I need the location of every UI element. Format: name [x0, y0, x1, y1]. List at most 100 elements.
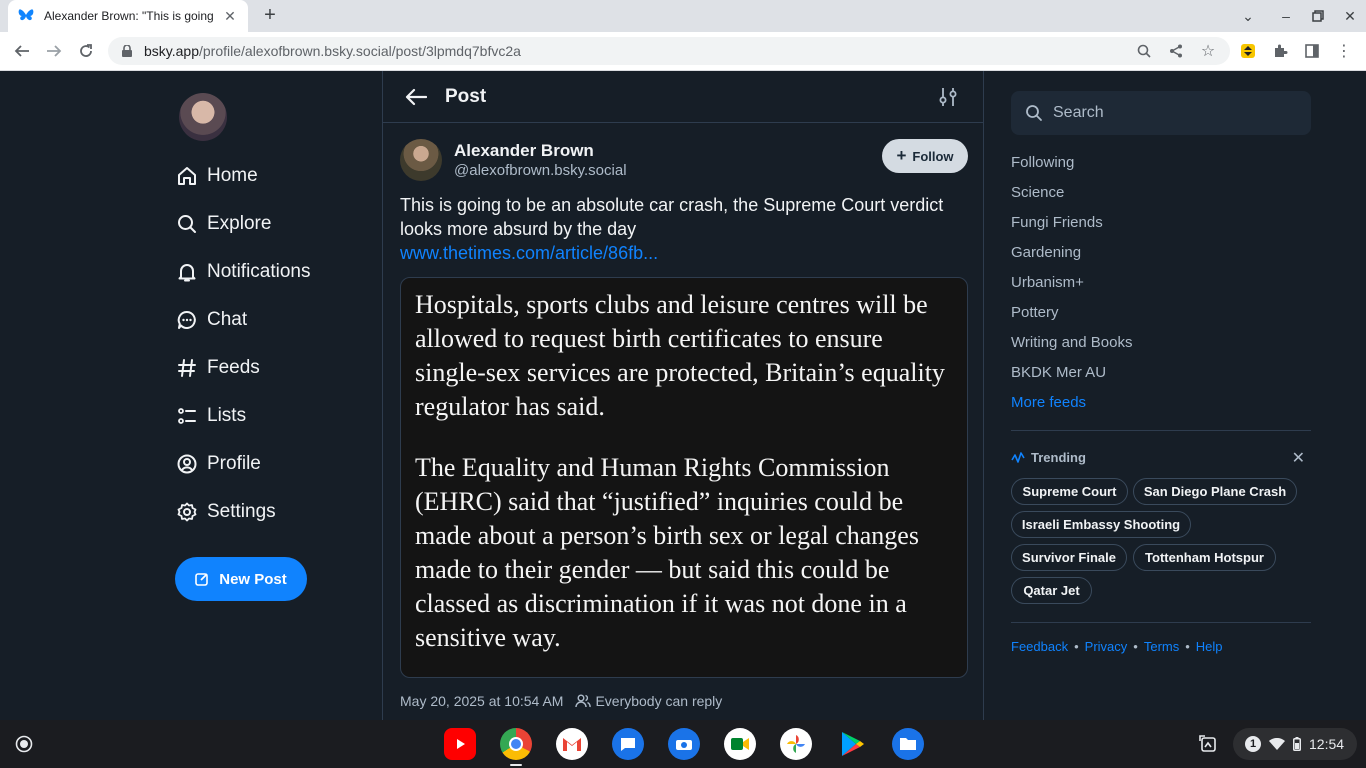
nav-feeds[interactable]: Feeds — [175, 352, 260, 384]
feed-link[interactable]: Urbanism+ — [1011, 274, 1084, 291]
status-tray[interactable]: 1 12:54 — [1233, 728, 1357, 760]
feedback-link[interactable]: Feedback — [1011, 639, 1068, 654]
browser-tab[interactable]: Alexander Brown: "This is going ✕ — [8, 0, 248, 32]
page-title: Post — [445, 85, 487, 107]
clock: 12:54 — [1309, 736, 1345, 752]
chrome-icon[interactable] — [500, 728, 532, 760]
more-feeds-link[interactable]: More feeds — [1011, 394, 1086, 411]
back-arrow-icon[interactable] — [405, 88, 429, 106]
trending-header: Trending ✕ — [1011, 448, 1311, 468]
feed-link[interactable]: Science — [1011, 184, 1064, 201]
extension-icon[interactable] — [1234, 38, 1262, 64]
privacy-link[interactable]: Privacy — [1085, 639, 1128, 654]
minimize-icon[interactable]: – — [1270, 0, 1302, 32]
tab-close-icon[interactable]: ✕ — [222, 8, 238, 25]
feed-link[interactable]: Pottery — [1011, 304, 1059, 321]
feed-link[interactable]: Writing and Books — [1011, 334, 1132, 351]
author-avatar[interactable] — [400, 139, 442, 181]
trending-title: Trending — [1031, 450, 1086, 465]
nav-profile-label: Profile — [207, 453, 261, 474]
feed-link[interactable]: BKDK Mer AU — [1011, 364, 1106, 381]
help-link[interactable]: Help — [1196, 639, 1223, 654]
post-text: This is going to be an absolute car cras… — [400, 195, 944, 239]
post-thread: Post Alexander Brown @alexofbrown.bsky.s… — [382, 71, 984, 720]
trending-chip[interactable]: Tottenham Hotspur — [1133, 544, 1276, 571]
home-icon — [175, 164, 199, 188]
post-link[interactable]: www.thetimes.com/article/86fb... — [400, 241, 970, 265]
divider — [1011, 430, 1311, 431]
trending-chip[interactable]: Qatar Jet — [1011, 577, 1092, 604]
follow-button[interactable]: + Follow — [882, 139, 968, 173]
chat-icon — [175, 308, 199, 332]
close-icon[interactable]: ✕ — [1292, 448, 1305, 468]
nav-settings-label: Settings — [207, 501, 276, 522]
youtube-icon[interactable] — [444, 728, 476, 760]
nav-home[interactable]: Home — [175, 160, 258, 192]
nav-chat[interactable]: Chat — [175, 304, 247, 336]
reload-icon[interactable] — [72, 38, 100, 64]
search-input[interactable]: Search — [1011, 91, 1311, 135]
running-indicator — [510, 764, 522, 766]
post-body: This is going to be an absolute car cras… — [400, 193, 970, 265]
embed-paragraph-1: Hospitals, sports clubs and leisure cent… — [415, 290, 945, 421]
author-handle[interactable]: @alexofbrown.bsky.social — [454, 162, 627, 179]
terms-link[interactable]: Terms — [1144, 639, 1179, 654]
window-close-icon[interactable]: ✕ — [1334, 0, 1366, 32]
post-meta: May 20, 2025 at 10:54 AM Everybody can r… — [400, 693, 722, 709]
trending-chip[interactable]: San Diego Plane Crash — [1133, 478, 1297, 505]
back-icon[interactable] — [8, 38, 36, 64]
notification-count: 1 — [1245, 736, 1261, 752]
nav-lists[interactable]: Lists — [175, 400, 246, 432]
trending-chip[interactable]: Survivor Finale — [1011, 544, 1127, 571]
nav-profile[interactable]: Profile — [175, 448, 261, 480]
photos-icon[interactable] — [780, 728, 812, 760]
nav-chat-label: Chat — [207, 309, 248, 330]
zoom-search-icon[interactable] — [1130, 38, 1158, 64]
my-avatar[interactable] — [179, 93, 227, 141]
play-store-icon[interactable] — [836, 728, 868, 760]
address-bar[interactable]: bsky.app/profile/alexofbrown.bsky.social… — [108, 37, 1230, 65]
bluesky-butterfly-icon — [18, 8, 34, 24]
restore-icon[interactable] — [1302, 0, 1334, 32]
nav-settings[interactable]: Settings — [175, 496, 276, 528]
launcher-icon[interactable] — [10, 730, 38, 758]
lock-icon — [122, 45, 136, 57]
embedded-image[interactable]: Hospitals, sports clubs and leisure cent… — [400, 277, 968, 678]
bookmark-star-icon[interactable]: ☆ — [1194, 38, 1222, 64]
plus-icon: + — [896, 146, 907, 165]
nav-home-label: Home — [207, 165, 258, 186]
post-timestamp: May 20, 2025 at 10:54 AM — [400, 693, 564, 709]
author-name[interactable]: Alexander Brown — [454, 141, 594, 161]
trending-chip[interactable]: Israeli Embassy Shooting — [1011, 511, 1191, 538]
bell-icon — [175, 260, 199, 284]
puzzle-extensions-icon[interactable] — [1266, 38, 1294, 64]
nav-notifications[interactable]: Notifications — [175, 256, 311, 288]
new-post-button[interactable]: New Post — [175, 557, 307, 601]
feed-link[interactable]: Following — [1011, 154, 1074, 171]
meet-icon[interactable] — [724, 728, 756, 760]
user-icon — [175, 452, 199, 476]
tab-search-chevron-icon[interactable]: ⌄ — [1232, 0, 1264, 32]
camera-icon[interactable] — [668, 728, 700, 760]
feed-link[interactable]: Gardening — [1011, 244, 1081, 261]
side-panel-icon[interactable] — [1298, 38, 1326, 64]
sliders-icon[interactable] — [939, 87, 957, 107]
messages-icon[interactable] — [612, 728, 644, 760]
follow-label: Follow — [912, 148, 954, 164]
trending-chip[interactable]: Supreme Court — [1011, 478, 1128, 505]
compose-icon — [195, 572, 209, 586]
new-tab-button[interactable]: + — [258, 4, 282, 28]
feed-link[interactable]: Fungi Friends — [1011, 214, 1103, 231]
reply-setting-label: Everybody can reply — [595, 693, 723, 709]
url-host: bsky.app — [144, 43, 199, 59]
files-icon[interactable] — [892, 728, 924, 760]
share-icon[interactable] — [1162, 38, 1190, 64]
gmail-icon[interactable] — [556, 728, 588, 760]
search-placeholder: Search — [1053, 104, 1104, 121]
screen-capture-icon[interactable] — [1193, 728, 1223, 760]
nav-notifications-label: Notifications — [207, 261, 311, 282]
nav-explore[interactable]: Explore — [175, 208, 271, 240]
forward-icon[interactable] — [40, 38, 68, 64]
new-post-label: New Post — [219, 570, 287, 588]
browser-menu-icon[interactable]: ⋮ — [1330, 38, 1358, 64]
